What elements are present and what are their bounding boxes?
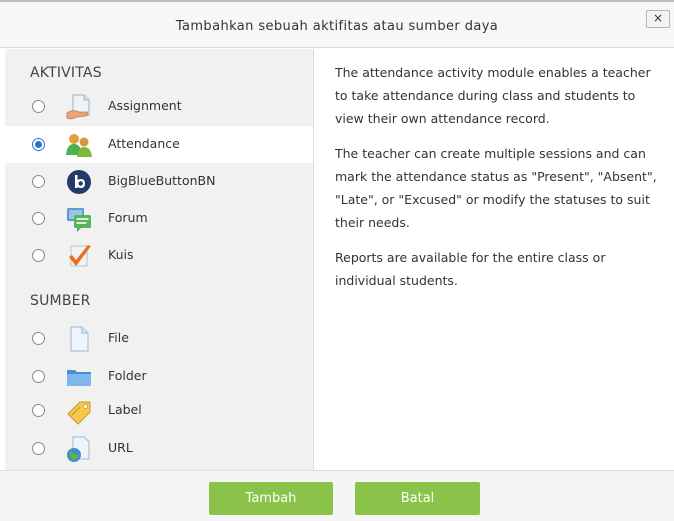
- description-paragraph: Reports are available for the entire cla…: [335, 250, 606, 288]
- option-label: Kuis: [108, 247, 134, 262]
- radio-attendance[interactable]: [32, 138, 45, 151]
- resources-section-heading: SUMBER: [30, 293, 91, 309]
- option-kuis[interactable]: Kuis: [5, 237, 313, 274]
- label-icon: [67, 401, 91, 425]
- option-label: BigBlueButtonBN: [108, 173, 216, 188]
- url-icon: [67, 436, 90, 462]
- option-label: URL: [108, 440, 133, 455]
- option-attendance[interactable]: Attendance: [5, 126, 313, 163]
- option-label-resource[interactable]: Label: [5, 392, 313, 429]
- module-description: The attendance activity module enables a…: [335, 61, 665, 304]
- radio-url[interactable]: [32, 442, 45, 455]
- radio-bigbluebuttonbn[interactable]: [32, 175, 45, 188]
- dialog-title: Tambahkan sebuah aktifitas atau sumber d…: [175, 19, 499, 34]
- option-label: Folder: [108, 368, 147, 383]
- dialog-header: Tambahkan sebuah aktifitas atau sumber d…: [0, 0, 674, 48]
- radio-file[interactable]: [32, 332, 45, 345]
- close-button[interactable]: ×: [646, 10, 670, 28]
- option-url[interactable]: URL: [5, 430, 313, 467]
- file-icon: [70, 326, 89, 352]
- option-label: Forum: [108, 210, 148, 225]
- option-forum[interactable]: Forum: [5, 200, 313, 237]
- option-assignment[interactable]: Assignment: [5, 88, 313, 125]
- radio-label[interactable]: [32, 404, 45, 417]
- attendance-icon: [66, 134, 92, 157]
- add-button[interactable]: Tambah: [209, 482, 333, 515]
- module-description-panel: The attendance activity module enables a…: [314, 49, 674, 470]
- folder-icon: [67, 370, 91, 386]
- radio-assignment[interactable]: [32, 100, 45, 113]
- description-paragraph: The attendance activity module enables a…: [335, 65, 651, 126]
- option-folder[interactable]: Folder: [5, 358, 313, 395]
- radio-folder[interactable]: [32, 370, 45, 383]
- cancel-button[interactable]: Batal: [355, 482, 480, 515]
- option-bigbluebuttonbn[interactable]: BigBlueButtonBN: [5, 163, 313, 200]
- option-label: Attendance: [108, 136, 180, 151]
- quiz-icon: [69, 245, 91, 267]
- description-paragraph: The teacher can create multiple sessions…: [335, 146, 657, 230]
- activities-section-heading: AKTIVITAS: [30, 65, 102, 81]
- radio-forum[interactable]: [32, 212, 45, 225]
- assignment-icon: [66, 94, 90, 120]
- bigbluebutton-icon: [67, 170, 91, 194]
- radio-kuis[interactable]: [32, 249, 45, 262]
- add-activity-dialog: Tambahkan sebuah aktifitas atau sumber d…: [0, 0, 674, 521]
- option-file[interactable]: File: [5, 320, 313, 357]
- option-label: Assignment: [108, 98, 182, 113]
- dialog-footer: Tambah Batal: [0, 470, 674, 521]
- forum-icon: [67, 208, 91, 232]
- option-label: File: [108, 330, 129, 345]
- module-chooser-list: AKTIVITAS Assignment Attendance BigBlueB…: [5, 49, 314, 470]
- option-label: Label: [108, 402, 142, 417]
